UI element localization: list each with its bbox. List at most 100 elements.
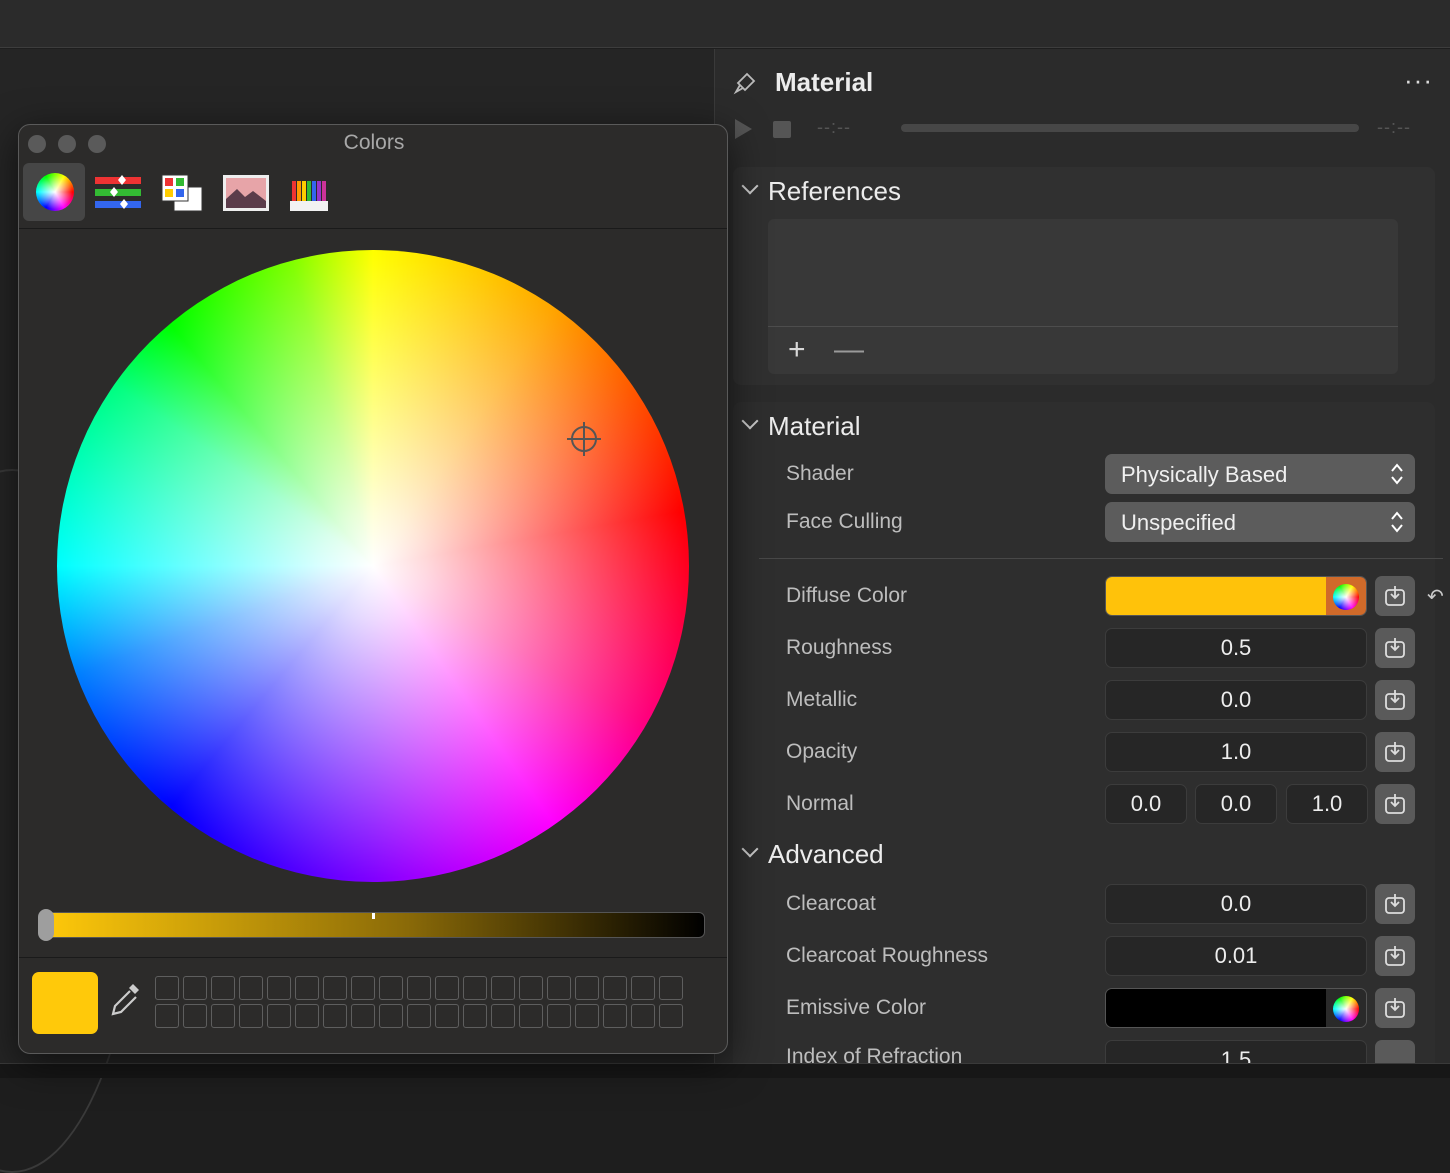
- opacity-field[interactable]: 1.0: [1105, 732, 1367, 772]
- ior-field[interactable]: 1.5: [1105, 1040, 1367, 1063]
- color-palettes-mode-button[interactable]: [151, 163, 213, 221]
- timeline-scrubber[interactable]: [901, 124, 1359, 132]
- connect-input-button[interactable]: [1375, 732, 1415, 772]
- swatch-cell[interactable]: [379, 1004, 403, 1028]
- inspector-title: Material: [775, 67, 874, 97]
- eyedropper-icon[interactable]: [107, 980, 143, 1020]
- swatch-cell[interactable]: [603, 976, 627, 1000]
- swatch-cell[interactable]: [659, 1004, 683, 1028]
- swatch-cell[interactable]: [659, 976, 683, 1000]
- diffuse-color-well[interactable]: [1105, 576, 1367, 616]
- swatch-cell[interactable]: [183, 1004, 207, 1028]
- swatch-cell[interactable]: [407, 976, 431, 1000]
- metallic-label: Metallic: [786, 688, 858, 711]
- swatch-cell[interactable]: [575, 976, 599, 1000]
- connect-input-button[interactable]: [1375, 884, 1415, 924]
- swatch-cell[interactable]: [463, 976, 487, 1000]
- swatch-cell[interactable]: [435, 1004, 459, 1028]
- connect-input-button[interactable]: [1375, 936, 1415, 976]
- connect-input-button[interactable]: [1375, 576, 1415, 616]
- input-arrow-icon: [1385, 998, 1405, 1018]
- revert-icon[interactable]: ↶: [1427, 584, 1444, 609]
- material-heading[interactable]: Material: [768, 411, 860, 442]
- swatch-cell[interactable]: [519, 1004, 543, 1028]
- swatch-cell[interactable]: [351, 1004, 375, 1028]
- app-toolbar: [0, 0, 1450, 48]
- paintbrush-icon: [733, 72, 756, 95]
- swatch-cell[interactable]: [295, 976, 319, 1000]
- swatch-cell[interactable]: [351, 976, 375, 1000]
- face-culling-popup[interactable]: Unspecified: [1105, 502, 1415, 542]
- swatch-cell[interactable]: [547, 1004, 571, 1028]
- swatch-cell[interactable]: [239, 976, 263, 1000]
- swatch-cell[interactable]: [575, 1004, 599, 1028]
- swatch-cell[interactable]: [631, 976, 655, 1000]
- normal-x-field[interactable]: 0.0: [1105, 784, 1187, 824]
- swatch-cell[interactable]: [463, 1004, 487, 1028]
- ior-label: Index of Refraction: [786, 1045, 963, 1063]
- color-picker-button[interactable]: [1326, 577, 1366, 615]
- swatch-cell[interactable]: [211, 1004, 235, 1028]
- chevron-down-icon[interactable]: [741, 412, 759, 430]
- brightness-slider-knob[interactable]: [38, 909, 54, 941]
- swatch-cell[interactable]: [183, 976, 207, 1000]
- color-selector-crosshair[interactable]: [567, 422, 601, 456]
- status-bar: [0, 1063, 1450, 1078]
- color-wheel[interactable]: [57, 250, 689, 882]
- section-divider: [759, 558, 1443, 559]
- swatch-cell[interactable]: [295, 1004, 319, 1028]
- chevron-down-icon[interactable]: [741, 177, 759, 195]
- remove-reference-button[interactable]: —: [834, 333, 864, 367]
- advanced-heading[interactable]: Advanced: [768, 839, 884, 870]
- normal-y-field[interactable]: 0.0: [1195, 784, 1277, 824]
- connect-input-button[interactable]: [1375, 680, 1415, 720]
- swatch-cell[interactable]: [491, 976, 515, 1000]
- swatch-cell[interactable]: [239, 1004, 263, 1028]
- shader-value: Physically Based: [1121, 462, 1288, 487]
- brightness-slider[interactable]: [38, 909, 705, 941]
- play-icon[interactable]: [735, 119, 752, 139]
- clearcoat-roughness-field[interactable]: 0.01: [1105, 936, 1367, 976]
- connect-input-button[interactable]: [1375, 1040, 1415, 1063]
- roughness-field[interactable]: 0.5: [1105, 628, 1367, 668]
- more-options-button[interactable]: ···: [1404, 65, 1433, 96]
- normal-z-field[interactable]: 1.0: [1286, 784, 1368, 824]
- swatch-cell[interactable]: [435, 976, 459, 1000]
- swatch-cell[interactable]: [491, 1004, 515, 1028]
- color-wheel-mode-button[interactable]: [23, 163, 85, 221]
- references-heading[interactable]: References: [768, 176, 901, 207]
- references-list[interactable]: + —: [768, 219, 1398, 374]
- current-color-swatch[interactable]: [32, 972, 98, 1034]
- swatch-cell[interactable]: [519, 976, 543, 1000]
- swatch-cell[interactable]: [379, 976, 403, 1000]
- swatch-cell[interactable]: [267, 1004, 291, 1028]
- pencils-mode-button[interactable]: [279, 163, 341, 221]
- time-end: --:--: [1377, 117, 1411, 137]
- swatch-cell[interactable]: [155, 976, 179, 1000]
- color-sliders-mode-button[interactable]: [87, 163, 149, 221]
- swatch-cell[interactable]: [631, 1004, 655, 1028]
- colors-window: Colors: [18, 124, 728, 1054]
- color-picker-button[interactable]: [1326, 989, 1366, 1027]
- image-palettes-mode-button[interactable]: [215, 163, 277, 221]
- swatch-cell[interactable]: [267, 976, 291, 1000]
- connect-input-button[interactable]: [1375, 628, 1415, 668]
- add-reference-button[interactable]: +: [788, 333, 806, 367]
- metallic-field[interactable]: 0.0: [1105, 680, 1367, 720]
- up-down-arrows-icon: [1391, 463, 1403, 485]
- diffuse-color-label: Diffuse Color: [786, 584, 907, 607]
- connect-input-button[interactable]: [1375, 988, 1415, 1028]
- swatch-cell[interactable]: [323, 1004, 347, 1028]
- connect-input-button[interactable]: [1375, 784, 1415, 824]
- swatch-cell[interactable]: [407, 1004, 431, 1028]
- swatch-cell[interactable]: [211, 976, 235, 1000]
- stop-icon[interactable]: [773, 121, 791, 138]
- swatch-cell[interactable]: [547, 976, 571, 1000]
- swatch-cell[interactable]: [323, 976, 347, 1000]
- shader-popup[interactable]: Physically Based: [1105, 454, 1415, 494]
- swatch-cell[interactable]: [603, 1004, 627, 1028]
- chevron-down-icon[interactable]: [741, 840, 759, 858]
- emissive-color-well[interactable]: [1105, 988, 1367, 1028]
- swatch-cell[interactable]: [155, 1004, 179, 1028]
- clearcoat-field[interactable]: 0.0: [1105, 884, 1367, 924]
